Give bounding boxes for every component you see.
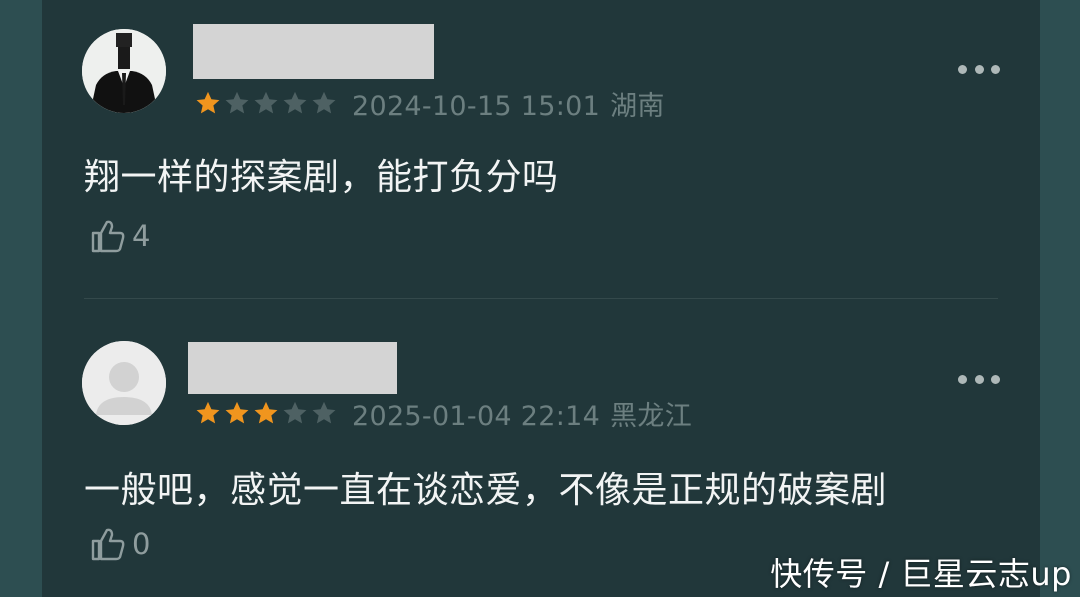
- star-icon: [281, 89, 309, 117]
- star-rating: [194, 89, 339, 117]
- comment-text: 翔一样的探案剧，能打负分吗: [84, 157, 559, 198]
- more-dots-icon[interactable]: [958, 63, 1000, 75]
- star-icon: [194, 89, 222, 117]
- star-icon: [223, 399, 251, 427]
- thumbs-up-icon: [88, 216, 128, 256]
- star-icon: [310, 89, 338, 117]
- comment-meta: 2025-01-04 22:14 黑龙江: [194, 395, 702, 432]
- comment-meta: 2024-10-15 15:01 湖南: [194, 85, 675, 122]
- divider: [84, 298, 998, 299]
- like-count: 4: [132, 219, 151, 253]
- star-icon: [223, 89, 251, 117]
- star-icon: [194, 399, 222, 427]
- avatar[interactable]: [82, 341, 166, 425]
- more-dots-icon[interactable]: [958, 373, 1000, 385]
- username-redacted: [193, 24, 434, 79]
- like-button[interactable]: 0: [88, 524, 150, 564]
- watermark: 快传号 / 巨星云志up: [770, 555, 1072, 593]
- right-margin: [1040, 0, 1080, 597]
- star-icon: [252, 399, 280, 427]
- comment-item: 2024-10-15 15:01 湖南 翔一样的探案剧，能打负分吗 4: [42, 0, 1040, 297]
- thumbs-up-icon: [88, 524, 128, 564]
- avatar[interactable]: [82, 29, 166, 113]
- comment-datetime: 2024-10-15 15:01: [352, 90, 601, 122]
- comment-datetime: 2025-01-04 22:14: [352, 400, 601, 432]
- star-rating: [194, 399, 339, 427]
- like-button[interactable]: 4: [88, 216, 150, 256]
- star-icon: [310, 399, 338, 427]
- star-icon: [281, 399, 309, 427]
- comment-location: 湖南: [610, 90, 665, 122]
- like-count: 0: [132, 527, 151, 561]
- comments-panel: 2024-10-15 15:01 湖南 翔一样的探案剧，能打负分吗 4 2025…: [42, 0, 1040, 597]
- left-margin: [0, 0, 42, 597]
- username-redacted: [188, 342, 397, 394]
- star-icon: [252, 89, 280, 117]
- comment-location: 黑龙江: [610, 400, 693, 432]
- comment-text: 一般吧，感觉一直在谈恋爱，不像是正规的破案剧: [84, 470, 888, 511]
